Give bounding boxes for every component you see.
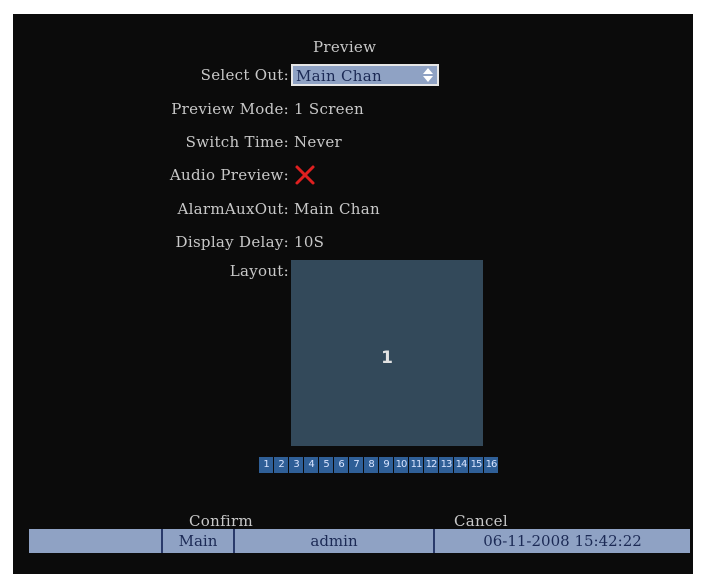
alarm-aux-out-label: AlarmAuxOut: [177,200,289,218]
channel-button[interactable]: 5 [319,457,333,473]
channel-button[interactable]: 10 [394,457,408,473]
display-delay-value[interactable]: 10S [294,233,324,251]
switch-time-label: Switch Time: [185,133,289,151]
preview-mode-value[interactable]: 1 Screen [294,100,364,118]
switch-time-value[interactable]: Never [294,133,342,151]
channel-button[interactable]: 16 [484,457,498,473]
channel-button[interactable]: 6 [334,457,348,473]
page-title: Preview [313,38,377,56]
select-out-label: Select Out: [200,66,289,84]
select-out-dropdown[interactable]: Main Chan [291,64,439,86]
channel-button[interactable]: 8 [364,457,378,473]
layout-window-number: 1 [381,348,393,368]
channel-button[interactable]: 7 [349,457,363,473]
status-datetime: 06-11-2008 15:42:22 [483,532,642,550]
layout-preview-window[interactable]: 1 [291,260,483,446]
channel-button[interactable]: 9 [379,457,393,473]
channel-button[interactable]: 4 [304,457,318,473]
channel-button[interactable]: 3 [289,457,303,473]
channel-button[interactable]: 2 [274,457,288,473]
alarm-aux-out-value[interactable]: Main Chan [294,200,380,218]
display-delay-label: Display Delay: [175,233,289,251]
status-output: Main [163,529,235,553]
preview-mode-label: Preview Mode: [171,100,289,118]
status-bar: Main admin 06-11-2008 15:42:22 [29,529,690,553]
channel-selector: 1 2 3 4 5 6 7 8 9 10 11 12 13 14 15 16 [259,457,498,473]
confirm-button[interactable]: Confirm [189,512,253,530]
up-down-arrows-icon [423,68,433,82]
dvr-preview-screen: Preview Select Out: Main Chan Preview Mo… [13,14,693,574]
audio-preview-label: Audio Preview: [169,166,289,184]
cancel-button[interactable]: Cancel [454,512,508,530]
layout-label: Layout: [229,262,289,280]
red-x-icon[interactable] [294,164,316,186]
channel-button[interactable]: 11 [409,457,423,473]
status-segment-empty [29,529,163,553]
channel-button[interactable]: 14 [454,457,468,473]
select-out-value: Main Chan [296,67,382,85]
channel-button[interactable]: 12 [424,457,438,473]
channel-button[interactable]: 1 [259,457,273,473]
channel-button[interactable]: 13 [439,457,453,473]
channel-button[interactable]: 15 [469,457,483,473]
status-user: admin [235,529,435,553]
